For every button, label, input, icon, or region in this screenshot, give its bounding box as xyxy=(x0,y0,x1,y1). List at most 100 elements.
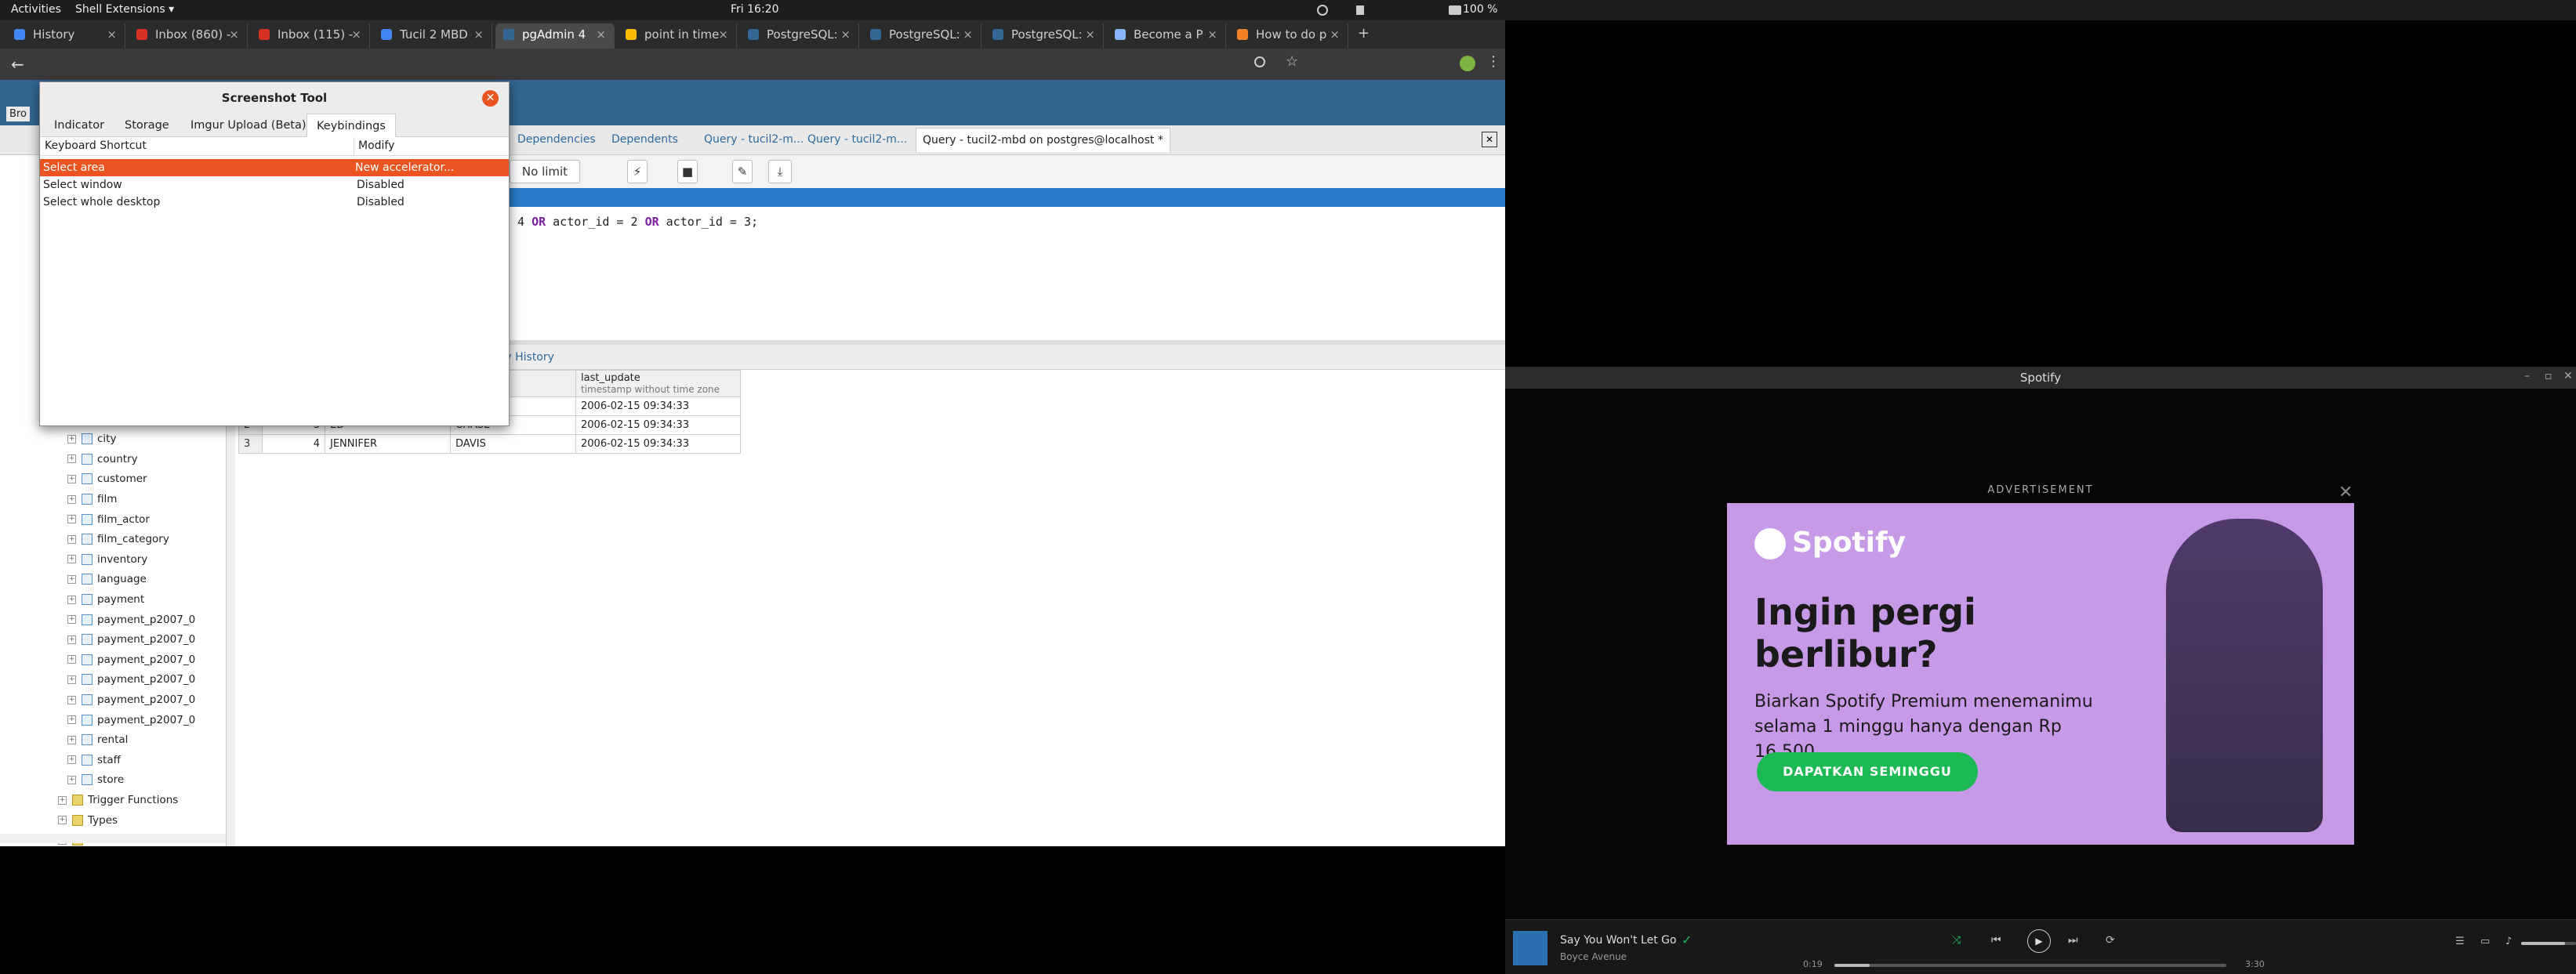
browser-tab[interactable]: How to do p × xyxy=(1229,24,1348,49)
album-art[interactable] xyxy=(1513,931,1547,965)
tree-item[interactable]: + film_actor xyxy=(67,511,150,528)
profile-avatar[interactable] xyxy=(1460,56,1475,71)
tree-item[interactable]: + payment_p2007_0 xyxy=(67,611,195,628)
back-arrow-icon[interactable]: ← xyxy=(11,55,24,74)
tab-close-icon[interactable]: × xyxy=(1207,24,1217,45)
volume-icon[interactable] xyxy=(1356,5,1364,15)
tree-horizontal-scrollbar[interactable] xyxy=(0,834,226,843)
browser-tab[interactable]: Become a P × xyxy=(1107,24,1226,49)
execute-icon[interactable]: ⚡ xyxy=(627,160,648,183)
tab-keybindings[interactable]: Keybindings xyxy=(307,114,396,137)
tree-item[interactable]: + language xyxy=(67,570,147,588)
browser-tab[interactable]: History × xyxy=(6,24,125,49)
browser-tab[interactable]: pgAdmin 4 × xyxy=(495,24,615,49)
stop-icon[interactable]: ■ xyxy=(677,160,698,183)
tab-dependencies[interactable]: Dependencies xyxy=(517,133,596,146)
column-header-shortcut[interactable]: Keyboard Shortcut xyxy=(45,139,147,152)
new-tab-button[interactable]: + xyxy=(1358,25,1370,42)
tab-close-icon[interactable]: × xyxy=(963,24,973,45)
key-icon[interactable] xyxy=(1254,56,1265,67)
tab-query-2[interactable]: Query - tucil2-m... xyxy=(807,133,907,146)
maximize-icon[interactable]: ▫ xyxy=(2545,370,2552,382)
devices-icon[interactable]: ▭ xyxy=(2480,936,2490,947)
menu-kebab-icon[interactable]: ⋮ xyxy=(1486,53,1500,70)
tree-item[interactable]: + payment_p2007_0 xyxy=(67,711,195,729)
tab-close-icon[interactable]: × xyxy=(473,24,484,45)
expand-icon[interactable]: + xyxy=(67,735,76,744)
track-artist[interactable]: Boyce Avenue xyxy=(1560,951,1627,962)
tab-close-icon[interactable]: × xyxy=(718,24,728,45)
tab-close-icon[interactable]: × xyxy=(1330,24,1340,45)
expand-icon[interactable]: + xyxy=(67,474,76,483)
tab-query-active[interactable]: Query - tucil2-mbd on postgres@localhost… xyxy=(916,128,1170,152)
expand-icon[interactable]: + xyxy=(67,775,76,784)
tab-close-icon[interactable]: × xyxy=(351,24,361,45)
tree-item[interactable]: + Trigger Functions xyxy=(58,791,178,809)
wifi-icon[interactable] xyxy=(1317,5,1328,16)
browser-tab[interactable]: PostgreSQL: × xyxy=(740,24,859,49)
saved-check-icon[interactable]: ✓ xyxy=(1682,932,1692,947)
tab-imgur-upload[interactable]: Imgur Upload (Beta) xyxy=(181,114,316,137)
tree-item[interactable]: + payment xyxy=(67,591,144,608)
tree-item[interactable]: + city xyxy=(67,430,116,447)
tab-close-icon[interactable]: × xyxy=(840,24,851,45)
expand-icon[interactable]: + xyxy=(67,695,76,704)
expand-icon[interactable]: + xyxy=(67,755,76,765)
browser-tab[interactable]: Tucil 2 MBD × xyxy=(373,24,492,49)
tree-vertical-scrollbar[interactable] xyxy=(226,390,235,846)
browser-tab[interactable]: PostgreSQL: × xyxy=(985,24,1104,49)
window-close-icon[interactable]: ✕ xyxy=(2563,370,2573,382)
expand-icon[interactable]: + xyxy=(58,795,67,805)
ad-banner[interactable]: Spotify Ingin pergi berlibur? Biarkan Sp… xyxy=(1727,503,2354,845)
progress-bar[interactable] xyxy=(1834,964,2226,967)
close-icon[interactable]: ✕ xyxy=(482,90,499,107)
address-bar[interactable]: ← ☆ ⋮ xyxy=(0,49,1505,80)
expand-icon[interactable]: + xyxy=(67,635,76,644)
expand-icon[interactable]: + xyxy=(67,655,76,664)
expand-icon[interactable]: + xyxy=(67,534,76,544)
activities-button[interactable]: Activities xyxy=(11,3,61,16)
shell-extensions-menu[interactable]: Shell Extensions ▾ xyxy=(75,3,174,16)
tree-item[interactable]: + film xyxy=(67,491,117,508)
tree-item[interactable]: + payment_p2007_0 xyxy=(67,631,195,648)
browser-tab[interactable]: PostgreSQL: × xyxy=(862,24,981,49)
expand-icon[interactable]: + xyxy=(67,515,76,524)
tab-close-icon[interactable]: × xyxy=(596,24,606,45)
tree-item[interactable]: + payment_p2007_0 xyxy=(67,651,195,668)
repeat-icon[interactable]: ⟳ xyxy=(2106,934,2115,947)
tree-item[interactable]: + payment_p2007_0 xyxy=(67,671,195,688)
tab-close-icon[interactable]: × xyxy=(107,24,117,45)
tree-item[interactable]: + inventory xyxy=(67,551,147,568)
track-title[interactable]: Say You Won't Let Go xyxy=(1560,934,1677,947)
tab-storage[interactable]: Storage xyxy=(115,114,179,137)
table-row[interactable]: 3 4 JENNIFER DAVIS 2006-02-15 09:34:33 xyxy=(238,434,741,454)
tree-item[interactable]: + staff xyxy=(67,751,121,769)
expand-icon[interactable]: + xyxy=(67,715,76,725)
tab-query-1[interactable]: Query - tucil2-m... xyxy=(704,133,804,146)
minimize-icon[interactable]: – xyxy=(2524,370,2530,382)
tab-close-icon[interactable]: × xyxy=(229,24,239,45)
queue-icon[interactable]: ☰ xyxy=(2455,936,2465,947)
expand-icon[interactable]: + xyxy=(67,454,76,464)
tab-dependents[interactable]: Dependents xyxy=(611,133,678,146)
next-icon[interactable]: ⏭ xyxy=(2068,934,2078,947)
browser-tab[interactable]: Inbox (115) - × xyxy=(251,24,370,49)
expand-icon[interactable]: + xyxy=(67,555,76,564)
ad-close-icon[interactable]: ✕ xyxy=(2338,483,2353,502)
close-panel-icon[interactable]: ✕ xyxy=(1482,132,1497,147)
keybinding-row-select-window[interactable]: Select window Disabled xyxy=(40,176,509,194)
tree-item[interactable]: + store xyxy=(67,771,124,788)
tree-item[interactable]: + rental xyxy=(67,731,128,748)
expand-icon[interactable]: + xyxy=(67,434,76,444)
tree-item[interactable]: + country xyxy=(67,451,138,468)
expand-icon[interactable]: + xyxy=(67,595,76,604)
expand-icon[interactable]: + xyxy=(67,574,76,584)
keybinding-row-select-area[interactable]: Select area New accelerator... xyxy=(40,159,509,176)
expand-icon[interactable]: + xyxy=(67,494,76,504)
limit-select[interactable]: No limit xyxy=(510,160,580,183)
browser-panel-tab[interactable]: Bro xyxy=(6,107,30,121)
previous-icon[interactable]: ⏮ xyxy=(1991,934,2001,947)
tree-item[interactable]: + customer xyxy=(67,470,147,487)
expand-icon[interactable]: + xyxy=(67,615,76,625)
tree-item[interactable]: + Types xyxy=(58,812,118,829)
